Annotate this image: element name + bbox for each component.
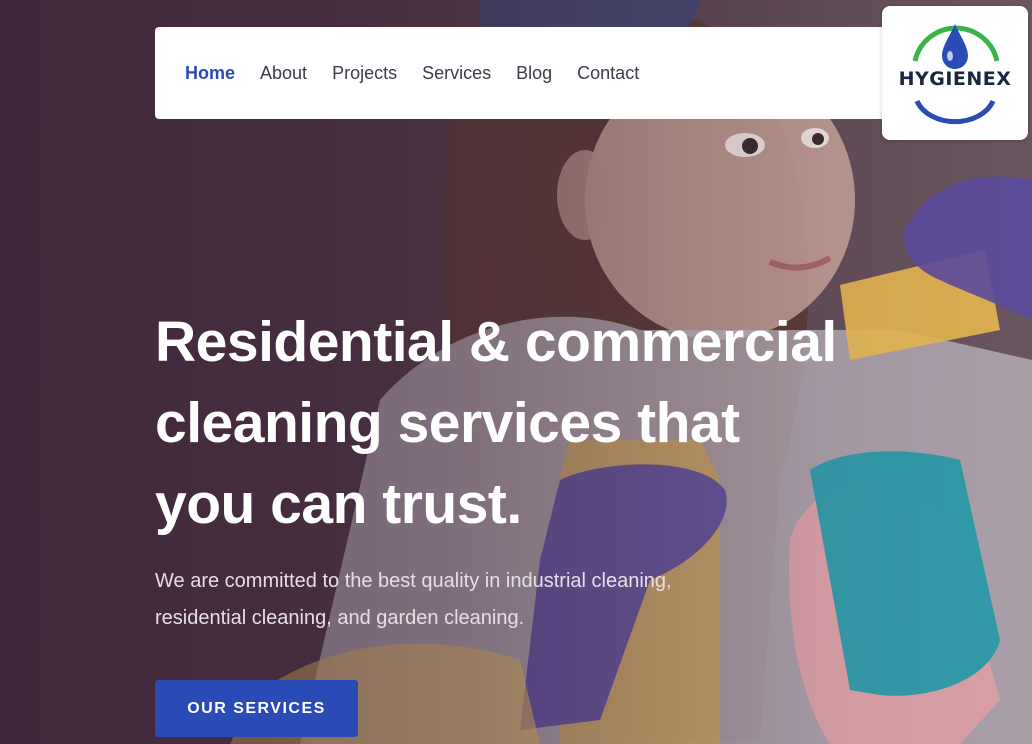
our-services-button[interactable]: OUR SERVICES [155,680,358,737]
nav-contact[interactable]: Contact [577,63,639,84]
headline-line-2: cleaning services that [155,391,740,455]
nav-home[interactable]: Home [185,63,235,84]
hero-subtext: We are committed to the best quality in … [155,563,755,637]
subtext-line-1: We are committed to the best quality in … [155,570,672,592]
headline-line-3: you can trust. [155,472,522,536]
nav-services[interactable]: Services [422,63,491,84]
subtext-line-2: residential cleaning, and garden cleanin… [155,607,525,629]
headline-line-1: Residential & commercial [155,310,837,374]
nav-blog[interactable]: Blog [516,63,552,84]
nav-about[interactable]: About [260,63,307,84]
hero-section: Home About Projects Services Blog Contac… [0,0,1032,744]
logo-text: HYGIENEX [898,68,1012,90]
nav-projects[interactable]: Projects [332,63,397,84]
hero-headline: Residential & commercial cleaning servic… [155,302,875,545]
brand-logo[interactable]: HYGIENEX [882,6,1028,140]
main-navbar: Home About Projects Services Blog Contac… [155,27,915,119]
